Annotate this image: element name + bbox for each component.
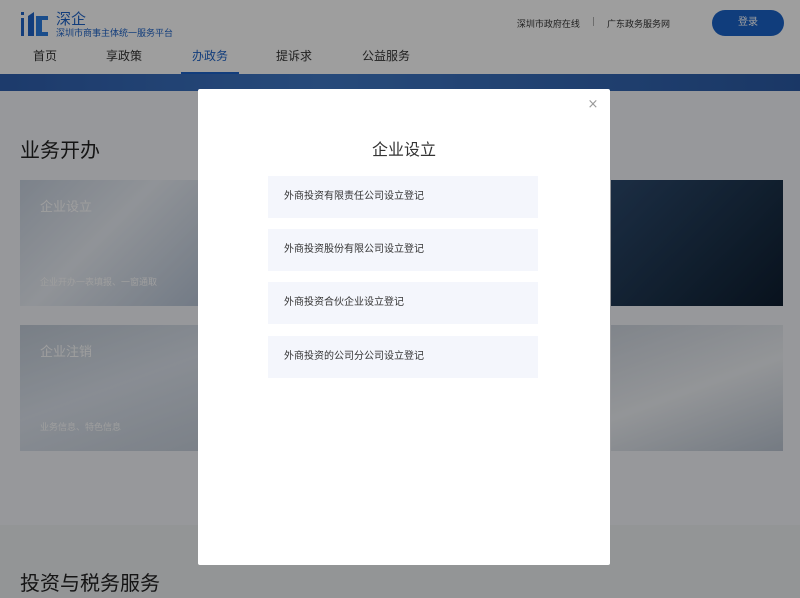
option-foreign-joint-stock[interactable]: 外商投资股份有限公司设立登记 bbox=[268, 229, 538, 271]
option-foreign-llc[interactable]: 外商投资有限责任公司设立登记 bbox=[268, 176, 538, 218]
close-icon[interactable]: × bbox=[586, 98, 600, 112]
option-foreign-branch[interactable]: 外商投资的公司分公司设立登记 bbox=[268, 336, 538, 378]
dialog-title: 企业设立 bbox=[371, 140, 436, 159]
company-setup-dialog: × 企业设立 外商投资有限责任公司设立登记 外商投资股份有限公司设立登记 外商投… bbox=[198, 89, 610, 565]
option-foreign-partnership[interactable]: 外商投资合伙企业设立登记 bbox=[268, 282, 538, 324]
